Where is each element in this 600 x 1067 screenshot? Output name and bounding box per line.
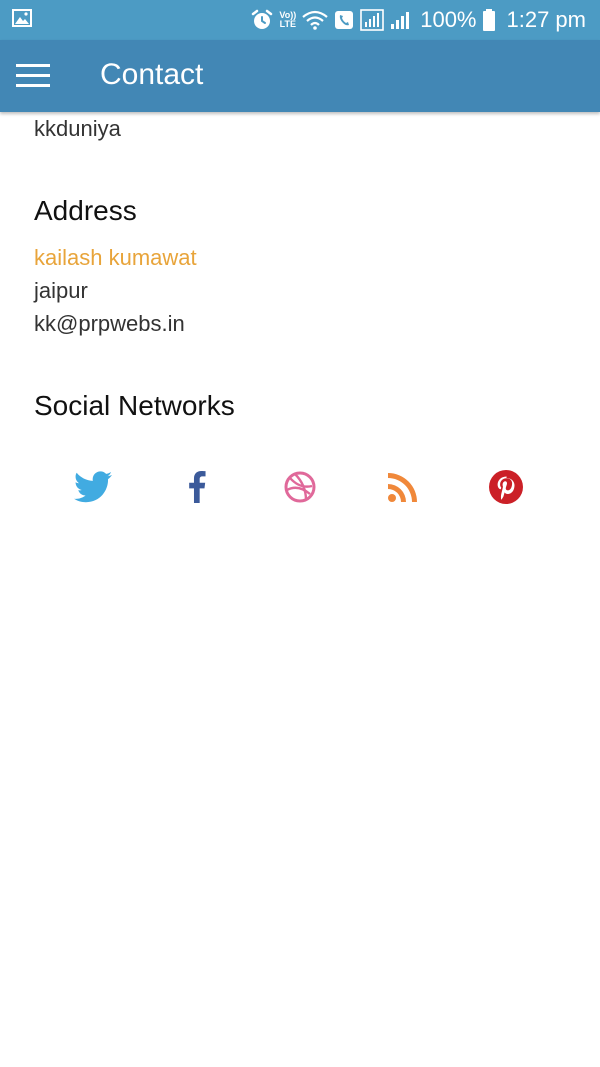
facebook-icon[interactable] (172, 462, 222, 512)
wifi-icon (302, 10, 328, 30)
address-name: kailash kumawat (34, 245, 197, 270)
address-email[interactable]: kk@prpwebs.in (34, 307, 574, 340)
alarm-icon (252, 9, 273, 29)
contact-top-line: kkduniya (34, 116, 121, 141)
signal-strength-icon (391, 12, 410, 29)
rss-icon[interactable] (378, 462, 428, 512)
page-title: Contact (100, 58, 204, 91)
menu-icon[interactable] (16, 64, 50, 88)
volte-indicator: Vo)) LTE (279, 11, 296, 29)
pinterest-icon[interactable] (481, 462, 531, 512)
social-networks-heading: Social Networks (34, 390, 235, 421)
address-heading: Address (34, 195, 137, 226)
status-bar: Vo)) LTE 100% 1:27 pm (0, 0, 600, 40)
call-icon (335, 11, 354, 29)
twitter-icon[interactable] (68, 462, 118, 512)
gallery-notification-icon (12, 9, 32, 27)
signal-box-icon (360, 9, 385, 31)
status-time: 1:27 pm (506, 7, 587, 32)
dribbble-icon[interactable] (275, 462, 325, 512)
address-block: kailash kumawat jaipur kk@prpwebs.in (34, 241, 574, 340)
battery-percentage: 100% (420, 7, 477, 32)
app-bar: Contact (0, 40, 600, 112)
volte-bottom-label: LTE (279, 19, 296, 29)
social-icons-row (34, 462, 574, 512)
address-city: jaipur (34, 278, 88, 303)
status-icons: Vo)) LTE 100% 1:27 pm (251, 0, 586, 40)
contact-content: kkduniya Address kailash kumawat jaipur … (34, 112, 574, 422)
battery-icon (482, 9, 495, 31)
